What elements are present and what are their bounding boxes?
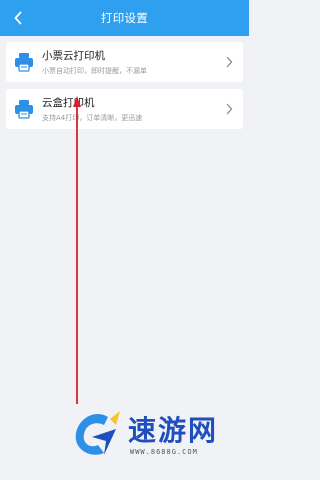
watermark-logo-icon: [75, 411, 120, 455]
printer-item-cloudbox[interactable]: 云盒打印机 支持A4打印，订单清晰，更迅速: [6, 89, 243, 129]
back-button[interactable]: [4, 4, 32, 32]
printer-item-receipt[interactable]: 小票云打印机 小票自动打印，即时提醒，不漏单: [6, 42, 243, 82]
chevron-left-icon: [14, 11, 22, 25]
printer-description: 支持A4打印，订单清晰，更迅速: [42, 114, 143, 122]
printer-icon: [15, 100, 33, 119]
chevron-right-icon: [226, 103, 233, 115]
printer-icon: [15, 53, 33, 72]
watermark-url: WWW.8688G.COM: [130, 448, 198, 456]
header-bar: 打印设置: [0, 0, 249, 36]
printer-name: 云盒打印机: [42, 97, 95, 109]
watermark-name: 速游网: [128, 414, 219, 447]
page-title: 打印设置: [100, 11, 149, 25]
printer-description: 小票自动打印，即时提醒，不漏单: [42, 67, 147, 75]
chevron-right-icon: [226, 56, 233, 68]
watermark: 速游网 WWW.8688G.COM: [68, 405, 246, 465]
printer-name: 小票云打印机: [42, 50, 105, 62]
